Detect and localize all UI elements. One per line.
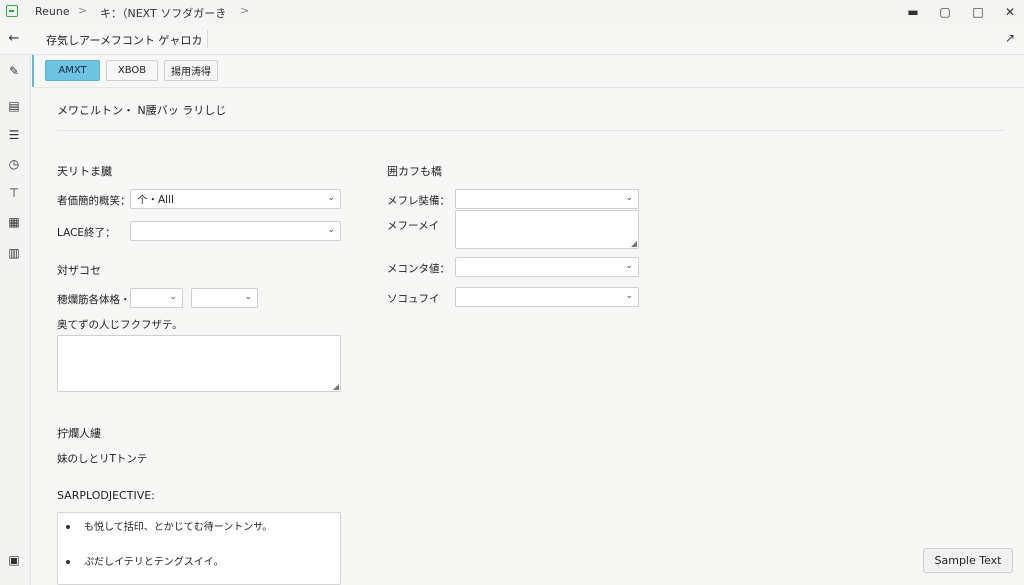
field-3a-select[interactable]: ⌄ — [130, 288, 183, 308]
toolbar: AMXT XBOB 揚用涛得 — [34, 55, 1024, 88]
resize-grip-icon[interactable]: ◢ — [333, 382, 339, 391]
objective-label: SARPLODJECTIVE: — [57, 489, 155, 502]
field-label: メフレ奘備： — [387, 195, 450, 207]
document-icon[interactable]: ▤ — [6, 98, 22, 114]
form-header: メワこルトン・ N腰バッ ラリしじ — [57, 104, 227, 117]
page-title: 存気しアーメフコント ゲャロカ — [46, 34, 203, 47]
resize-grip-icon[interactable]: ◢ — [631, 239, 637, 248]
left-icon-sidebar: ✎ ▤ ☰ ◷ ⊤ ▦ ▥ ▣ — [0, 55, 31, 585]
list-item: ぷだしイテリとテングスイイ。 — [66, 553, 224, 568]
app-name[interactable]: Reune — [35, 5, 70, 18]
breadcrumb-separator: > — [240, 4, 250, 17]
restore-icon[interactable]: ▢ — [937, 4, 953, 20]
minimize-icon[interactable]: ▬ — [905, 4, 921, 20]
chevron-down-icon: ⌄ — [625, 193, 633, 203]
select-value: 个・Alll — [137, 193, 174, 206]
field-label: メフーメイ — [387, 220, 440, 232]
section-text: 妹のしとリTトンテ — [57, 453, 148, 465]
right-field-4-select[interactable]: ⌄ — [455, 287, 639, 307]
field-label: 穂爛筋各体格・ — [57, 294, 131, 306]
field-label: 奥てずの人じフクフザテ。 — [57, 319, 183, 331]
filter-icon[interactable]: ⊤ — [6, 185, 22, 201]
chart-icon[interactable]: ▥ — [6, 245, 22, 261]
bullet-icon — [66, 560, 70, 564]
field-3b-select[interactable]: ⌄ — [191, 288, 258, 308]
list-icon[interactable]: ☰ — [6, 127, 22, 143]
field-label: LACE終了： — [57, 227, 116, 239]
divider — [57, 130, 1005, 131]
chevron-down-icon: ⌄ — [169, 292, 177, 302]
notes-textarea[interactable]: ◢ — [57, 335, 341, 392]
chevron-down-icon: ⌄ — [327, 193, 335, 203]
chevron-down-icon: ⌄ — [625, 261, 633, 271]
field-2-select[interactable]: ⌄ — [130, 221, 341, 241]
breadcrumb-separator: > — [78, 4, 88, 17]
bullet-icon — [66, 525, 70, 529]
list-item: も悦して括印、とかじてむ待ーントンサ。 — [66, 518, 272, 533]
tab-third[interactable]: 揚用涛得 — [164, 60, 218, 81]
field-label: ソコュフイ — [387, 293, 440, 305]
maximize-icon[interactable]: □ — [970, 4, 986, 20]
page-header: ← 存気しアーメフコント ゲャロカ ↗ — [0, 24, 1024, 55]
tab-xbob[interactable]: XBOB — [106, 60, 158, 81]
divider — [207, 30, 208, 48]
field-1-select[interactable]: 个・Alll ⌄ — [130, 189, 341, 209]
right-field-1-select[interactable]: ⌄ — [455, 189, 639, 209]
section-title: 拧爛人縷 — [57, 427, 101, 440]
section-title: 天リトま臓 — [57, 165, 112, 178]
close-icon[interactable]: ✕ — [1002, 4, 1018, 20]
sample-text-button[interactable]: Sample Text — [923, 548, 1013, 573]
window-titlebar: Reune > キ：（NEXT ソフダガーき > ▬ ▢ □ ✕ — [0, 0, 1024, 24]
share-icon[interactable]: ↗ — [1002, 30, 1018, 46]
pencil-icon[interactable]: ✎ — [6, 63, 22, 79]
grid-icon[interactable]: ▦ — [6, 214, 22, 230]
clock-icon[interactable]: ◷ — [6, 156, 22, 172]
section-title: 対ザコセ — [57, 264, 101, 277]
back-arrow-icon[interactable]: ← — [6, 30, 22, 46]
app-icon — [6, 5, 18, 17]
chevron-down-icon: ⌄ — [244, 292, 252, 302]
tab-amxt[interactable]: AMXT — [45, 60, 100, 81]
right-field-3-select[interactable]: ⌄ — [455, 257, 639, 277]
chevron-down-icon: ⌄ — [327, 225, 335, 235]
objective-list[interactable]: も悦して括印、とかじてむ待ーントンサ。 ぷだしイテリとテングスイイ。 — [57, 512, 341, 585]
field-label: 者価簡的概笑： — [57, 195, 131, 207]
breadcrumb-item[interactable]: キ：（NEXT ソフダガーき — [100, 5, 226, 21]
save-icon[interactable]: ▣ — [6, 552, 22, 568]
field-label: メコンタ値： — [387, 263, 450, 275]
section-title: 囲カフも橋 — [387, 165, 442, 178]
right-field-2-textarea[interactable]: ◢ — [455, 210, 639, 249]
chevron-down-icon: ⌄ — [625, 291, 633, 301]
